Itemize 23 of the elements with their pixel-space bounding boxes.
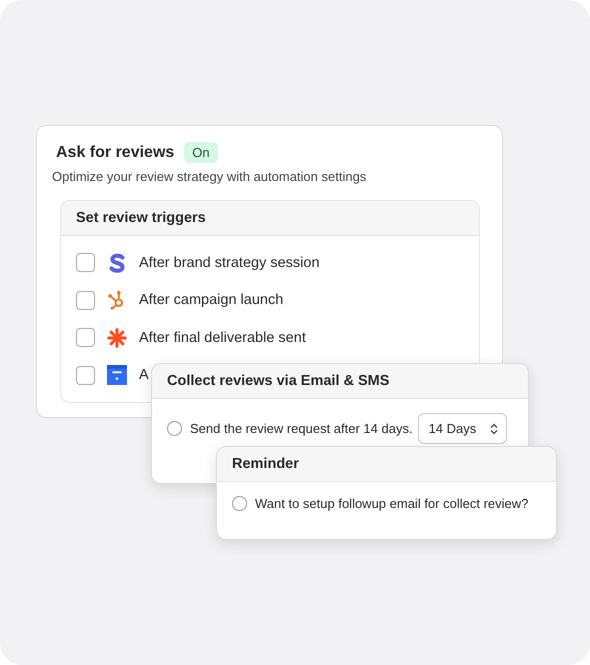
option-label: Send the review request after 14 days. [190, 421, 413, 436]
checkbox[interactable] [76, 253, 95, 272]
panel-title: Set review triggers [61, 201, 479, 236]
trigger-label: A [139, 367, 149, 384]
trigger-label: After brand strategy session [139, 254, 320, 271]
trigger-label: After campaign launch [139, 292, 284, 308]
chevron-updown-icon [490, 422, 498, 434]
radio-button[interactable] [167, 421, 182, 436]
radio-button[interactable] [232, 496, 247, 511]
card-title: Reminder [217, 447, 556, 482]
s-letter-icon [107, 252, 127, 273]
checkbox[interactable] [76, 366, 95, 385]
option-label: Want to setup followup email for collect review? [255, 496, 528, 511]
card-subtitle: Optimize your review strategy with automation settings [52, 169, 368, 184]
days-select[interactable]: 14 Days [418, 413, 508, 444]
trigger-label: After final deliverable sent [139, 330, 306, 346]
checkbox[interactable] [76, 328, 95, 348]
calendar-icon [107, 365, 127, 386]
card-title: Ask for reviews [56, 144, 174, 162]
card-title: Collect reviews via Email & SMS [152, 364, 528, 399]
status-badge: On [184, 142, 218, 163]
checkbox[interactable] [76, 290, 95, 310]
asterisk-icon [107, 328, 127, 348]
